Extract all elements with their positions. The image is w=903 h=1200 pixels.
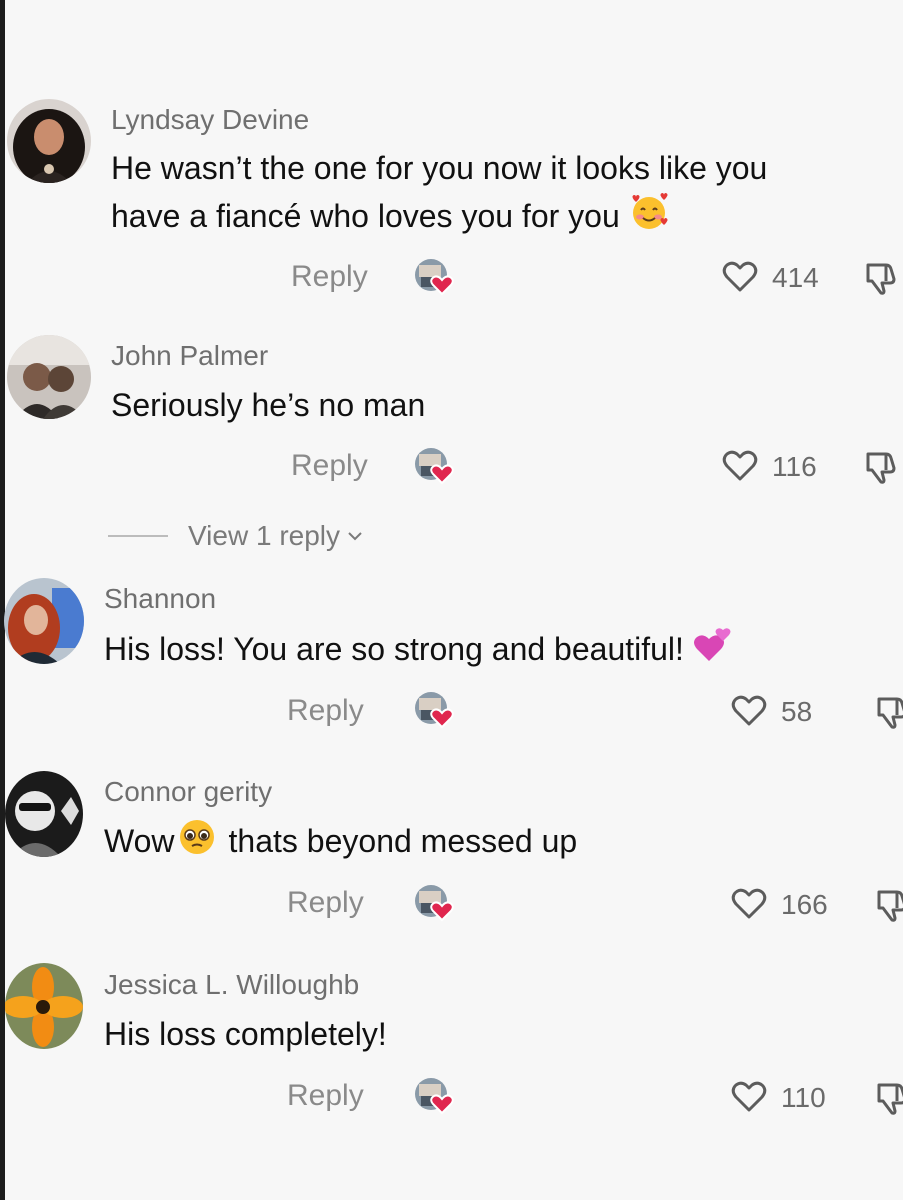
comment-text: He wasn’t the one for you now it looks l… [111, 144, 767, 245]
smiling-face-with-hearts-emoji [629, 192, 669, 245]
avatar[interactable] [4, 578, 84, 664]
avatar[interactable] [7, 99, 91, 183]
comment-text-line: He wasn’t the one for you now it looks l… [111, 150, 768, 186]
like-count: 116 [772, 451, 817, 482]
divider [108, 535, 168, 537]
like-count: 58 [781, 696, 813, 727]
like-count: 414 [772, 262, 819, 293]
comment-text-line: Wow thats beyond messed up [104, 817, 577, 870]
dislike-icon[interactable] [862, 448, 898, 484]
heart-outline-icon[interactable] [731, 886, 767, 920]
comment-username[interactable]: Shannon [104, 583, 216, 615]
avatar[interactable] [7, 335, 91, 419]
dislike-icon[interactable] [873, 1079, 903, 1115]
window-edge [0, 0, 5, 1200]
comment-text-fragment: Wow [104, 823, 175, 859]
comment-text: Seriously he’s no man [111, 381, 425, 429]
like-count: 110 [781, 1082, 826, 1113]
creator-liked-badge-icon [413, 883, 457, 923]
comment-text: His loss completely! [104, 1010, 387, 1058]
two-hearts-emoji [693, 625, 733, 678]
comment-text-line: His loss! You are so strong and beautifu… [104, 625, 733, 678]
view-replies-button[interactable]: View 1 reply [108, 516, 362, 556]
heart-outline-icon[interactable] [722, 448, 758, 482]
reply-button[interactable]: Reply [287, 886, 364, 920]
comment-text-line: Seriously he’s no man [111, 387, 426, 423]
comment-username[interactable]: Connor gerity [104, 776, 272, 808]
comment-text-line: His loss completely! [104, 1016, 387, 1052]
pleading-face-emoji [177, 817, 217, 870]
comment-username[interactable]: Lyndsay Devine [111, 104, 309, 136]
avatar[interactable] [5, 771, 83, 857]
comment-text-fragment: His loss! You are so strong and beautifu… [104, 631, 684, 667]
chevron-down-icon [348, 532, 362, 541]
comment-text-line: have a fiancé who loves you for you [111, 192, 767, 245]
view-replies-label: View 1 reply [188, 520, 341, 551]
comment-text: Wow thats beyond messed up [104, 817, 577, 870]
creator-liked-badge-icon [413, 446, 457, 486]
reply-button[interactable]: Reply [291, 260, 368, 294]
dislike-icon[interactable] [862, 259, 898, 295]
comment-text-fragment: thats beyond messed up [228, 823, 578, 859]
reply-button[interactable]: Reply [287, 694, 364, 728]
reply-button[interactable]: Reply [287, 1079, 364, 1113]
dislike-icon[interactable] [873, 693, 903, 729]
reply-button[interactable]: Reply [291, 449, 368, 483]
dislike-icon[interactable] [873, 886, 903, 922]
creator-liked-badge-icon [413, 690, 457, 730]
like-count: 166 [781, 889, 828, 920]
comment-username[interactable]: John Palmer [111, 340, 268, 372]
creator-liked-badge-icon [413, 257, 457, 297]
heart-outline-icon[interactable] [722, 259, 758, 293]
heart-outline-icon[interactable] [731, 693, 767, 727]
creator-liked-badge-icon [413, 1076, 457, 1116]
avatar[interactable] [5, 963, 83, 1049]
comment-text-fragment: have a fiancé who loves you for you [111, 198, 620, 234]
comment-text: His loss! You are so strong and beautifu… [104, 625, 733, 678]
heart-outline-icon[interactable] [731, 1079, 767, 1113]
comment-username[interactable]: Jessica L. Willoughb [104, 969, 359, 1001]
